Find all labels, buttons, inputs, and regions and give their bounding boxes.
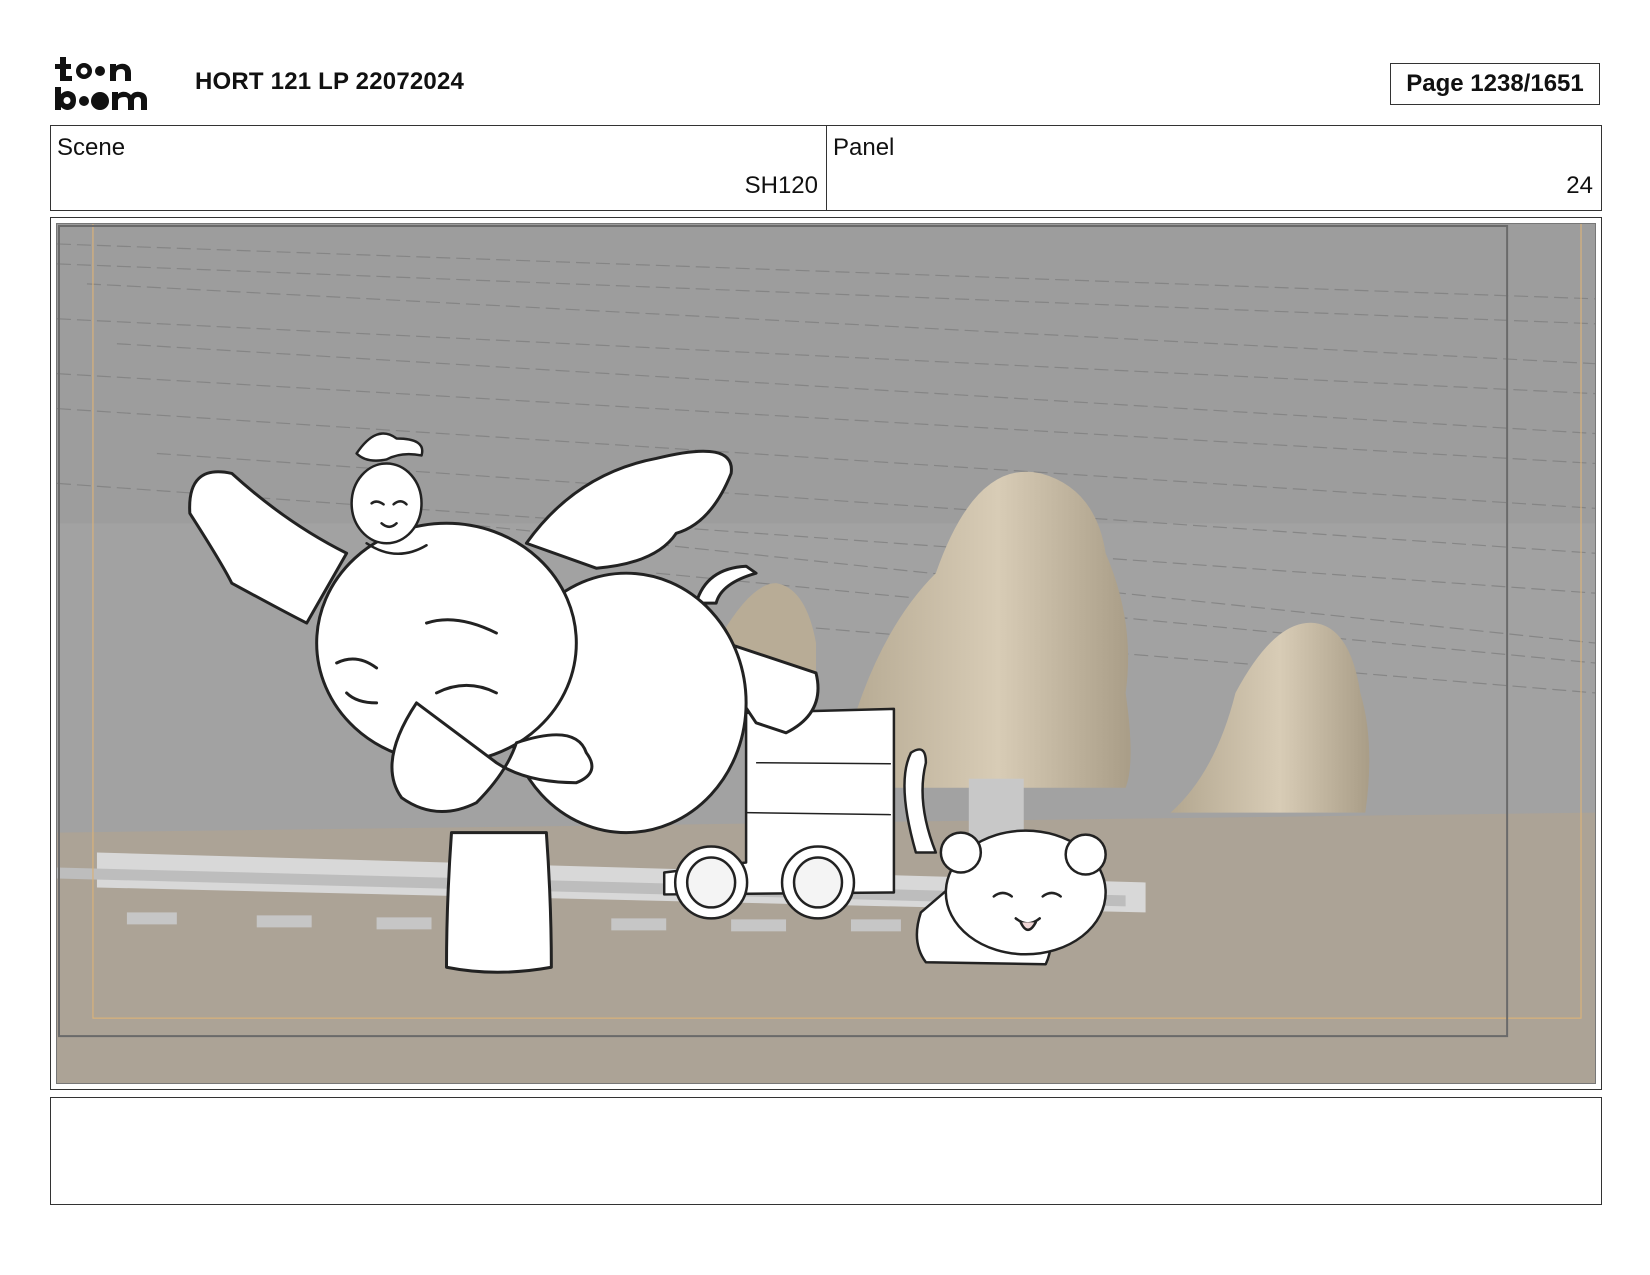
- storyboard-frame: [50, 217, 1602, 1090]
- scene-panel-info: Scene SH120 Panel 24: [50, 125, 1602, 211]
- toon-boom-logo: [54, 54, 170, 114]
- notes-box: [50, 1097, 1602, 1205]
- document-title: HORT 121 LP 22072024: [195, 68, 465, 95]
- scene-value: SH120: [744, 172, 818, 199]
- panel-value: 24: [1566, 172, 1593, 199]
- storyboard-image: [56, 223, 1596, 1084]
- scene-cell: Scene SH120: [51, 126, 827, 210]
- scene-label: Scene: [57, 134, 126, 161]
- panel-cell: Panel 24: [827, 126, 1601, 210]
- panel-label: Panel: [833, 134, 895, 161]
- page-number: Page 1238/1651: [1390, 63, 1600, 105]
